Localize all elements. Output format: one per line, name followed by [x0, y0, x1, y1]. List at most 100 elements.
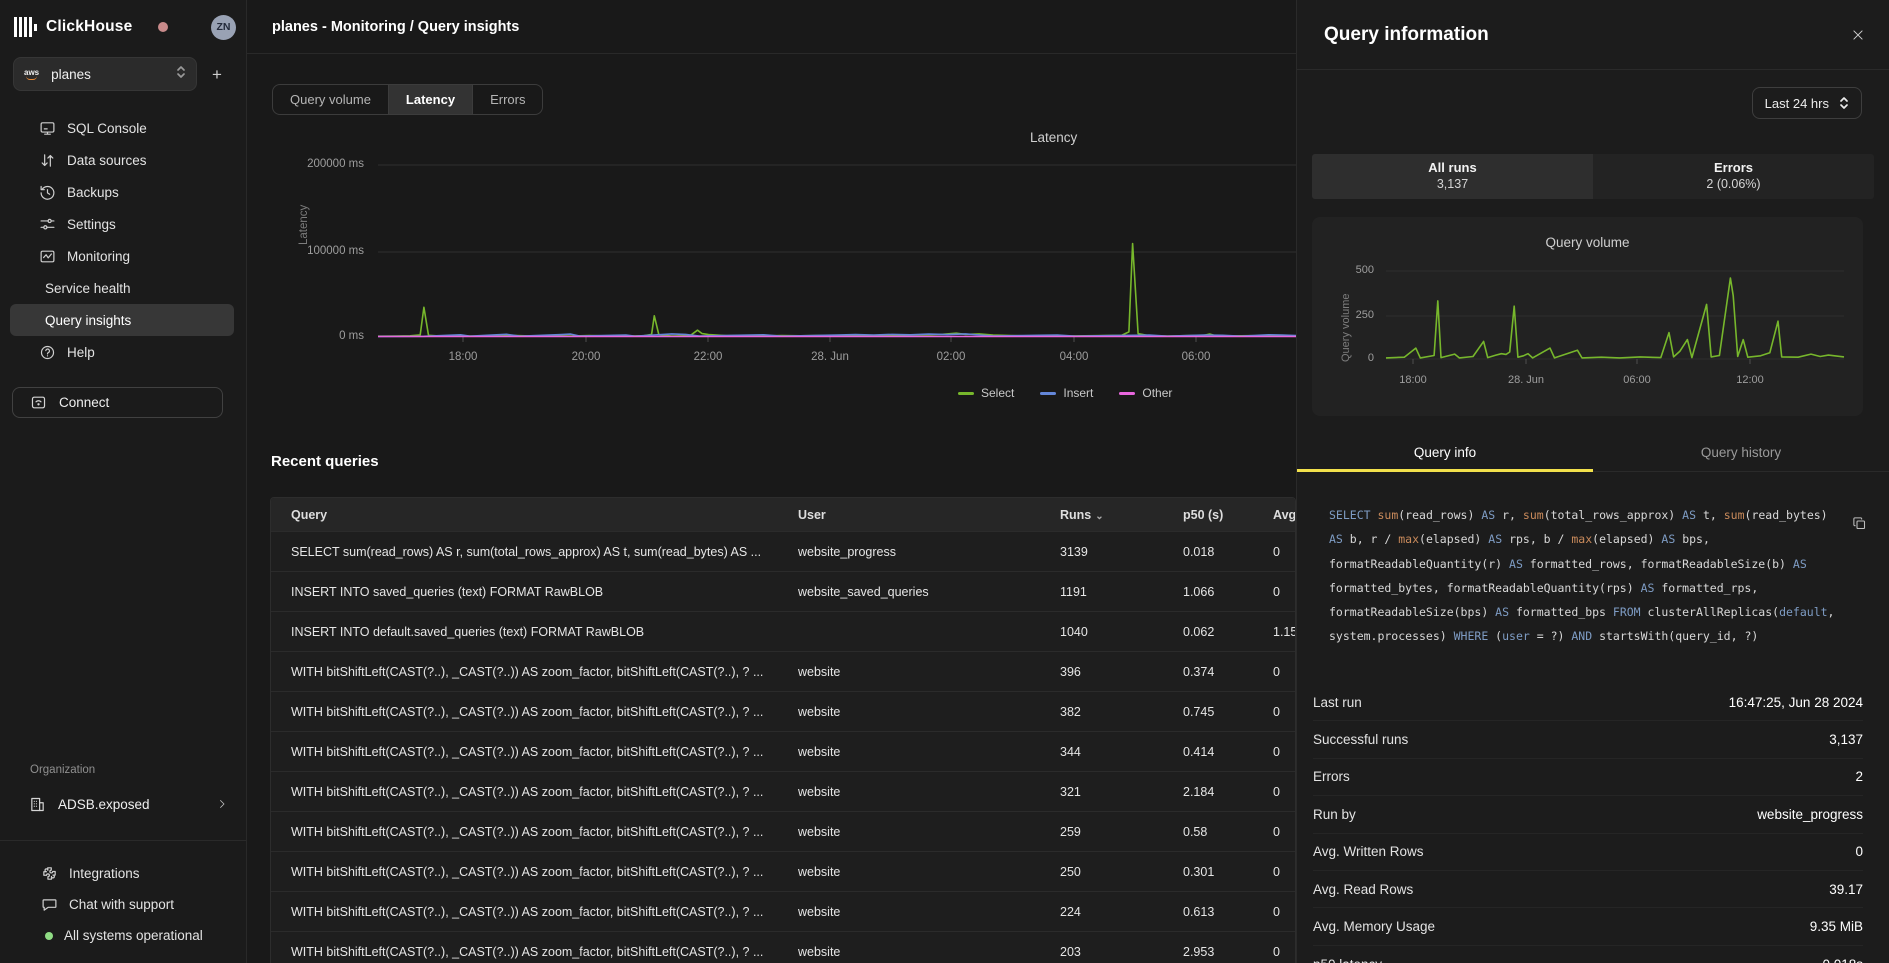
table-row[interactable]: INSERT INTO saved_queries (text) FORMAT …	[271, 571, 1295, 611]
settings-icon	[39, 216, 56, 233]
panel-header: Query information	[1297, 0, 1889, 70]
legend-item-insert[interactable]: Insert	[1040, 386, 1093, 400]
legend-swatch	[958, 392, 974, 395]
table-cell: website	[778, 745, 1040, 759]
sidebar-item-query-insights[interactable]: Query insights	[10, 304, 234, 336]
organization-icon	[29, 796, 46, 813]
table-row[interactable]: WITH bitShiftLeft(CAST(?..), _CAST(?..))…	[271, 931, 1295, 963]
service-selector[interactable]: aws planes	[13, 57, 197, 91]
sql-query-text: SELECT sum(read_rows) AS r, sum(total_ro…	[1329, 503, 1849, 649]
table-row[interactable]: WITH bitShiftLeft(CAST(?..), _CAST(?..))…	[271, 651, 1295, 691]
close-icon[interactable]	[1851, 28, 1865, 42]
stat-row-avg-read-rows: Avg. Read Rows39.17	[1313, 871, 1863, 908]
sidebar-item-label: Chat with support	[69, 897, 174, 912]
stat-row-run-by: Run bywebsite_progress	[1313, 796, 1863, 833]
recent-queries-title: Recent queries	[271, 453, 379, 470]
table-cell: INSERT INTO default.saved_queries (text)…	[271, 625, 778, 639]
latency-x-tick: 06:00	[1166, 351, 1226, 363]
latency-plot[interactable]	[300, 105, 1296, 365]
sidebar-item-help[interactable]: Help	[10, 336, 234, 368]
table-cell: 0	[1253, 745, 1295, 759]
add-service-button[interactable]: +	[205, 63, 229, 87]
user-avatar[interactable]: ZN	[211, 15, 236, 40]
connect-button[interactable]: Connect	[12, 387, 223, 418]
latency-x-tick: 02:00	[921, 351, 981, 363]
table-cell: website_progress	[778, 545, 1040, 559]
query-volume-plot[interactable]	[1312, 217, 1863, 372]
latency-x-tick: 04:00	[1044, 351, 1104, 363]
table-row[interactable]: WITH bitShiftLeft(CAST(?..), _CAST(?..))…	[271, 771, 1295, 811]
column-header-query[interactable]: Query	[271, 508, 778, 522]
summary-tab-value: 3,137	[1312, 177, 1593, 191]
table-cell: 3139	[1040, 545, 1163, 559]
app-root: ClickHouse ZN aws planes + SQL Console Da…	[0, 0, 1889, 963]
stat-label: Errors	[1313, 769, 1350, 784]
connect-icon	[30, 394, 47, 411]
stat-label: Avg. Memory Usage	[1313, 919, 1435, 934]
tab-query-history[interactable]: Query history	[1593, 437, 1889, 471]
time-range-select[interactable]: Last 24 hrs	[1752, 87, 1862, 119]
organization-name: ADSB.exposed	[58, 797, 150, 812]
table-row[interactable]: WITH bitShiftLeft(CAST(?..), _CAST(?..))…	[271, 731, 1295, 771]
table-cell: WITH bitShiftLeft(CAST(?..), _CAST(?..))…	[271, 705, 778, 719]
sidebar-item-sql-console[interactable]: SQL Console	[10, 112, 234, 144]
brand-name: ClickHouse	[46, 18, 132, 36]
table-cell: 224	[1040, 905, 1163, 919]
sidebar-item-label: Backups	[67, 185, 119, 200]
table-cell: 1040	[1040, 625, 1163, 639]
sidebar-divider	[0, 840, 246, 841]
stat-value: 0	[1855, 844, 1863, 859]
sidebar-item-label: Integrations	[69, 866, 140, 881]
table-cell: website	[778, 825, 1040, 839]
table-cell: 1.066	[1163, 585, 1253, 599]
column-header-user[interactable]: User	[778, 508, 1040, 522]
legend-item-select[interactable]: Select	[958, 386, 1014, 400]
organization-switcher[interactable]: ADSB.exposed	[12, 787, 238, 821]
legend-item-other[interactable]: Other	[1119, 386, 1172, 400]
sidebar-item-data-sources[interactable]: Data sources	[10, 144, 234, 176]
table-cell: 0	[1253, 705, 1295, 719]
sidebar-item-backups[interactable]: Backups	[10, 176, 234, 208]
summary-tab-errors[interactable]: Errors2 (0.06%)	[1593, 154, 1874, 199]
sidebar-item-all-systems-operational[interactable]: All systems operational	[12, 920, 238, 951]
clickhouse-logo-icon	[14, 17, 37, 37]
stat-label: Successful runs	[1313, 732, 1408, 747]
stat-value: website_progress	[1757, 807, 1863, 822]
table-cell: 0.613	[1163, 905, 1253, 919]
column-header-p50-s-[interactable]: p50 (s)	[1163, 508, 1253, 522]
table-cell: 396	[1040, 665, 1163, 679]
table-row[interactable]: WITH bitShiftLeft(CAST(?..), _CAST(?..))…	[271, 691, 1295, 731]
table-cell: 321	[1040, 785, 1163, 799]
sidebar-item-chat-with-support[interactable]: Chat with support	[12, 889, 238, 920]
sidebar-item-label: Data sources	[67, 153, 147, 168]
table-cell: 0	[1253, 825, 1295, 839]
column-header-runs[interactable]: Runs⌄	[1040, 508, 1163, 522]
summary-tab-all-runs[interactable]: All runs3,137	[1312, 154, 1593, 199]
table-row[interactable]: INSERT INTO default.saved_queries (text)…	[271, 611, 1295, 651]
column-header-avg-[interactable]: Avg.	[1253, 508, 1295, 522]
query-volume-card: Query volume Query volume 0250500 18:002…	[1312, 217, 1863, 416]
table-row[interactable]: WITH bitShiftLeft(CAST(?..), _CAST(?..))…	[271, 811, 1295, 851]
organization-label: Organization	[30, 764, 95, 776]
tab-query-info[interactable]: Query info	[1297, 437, 1593, 471]
table-row[interactable]: WITH bitShiftLeft(CAST(?..), _CAST(?..))…	[271, 891, 1295, 931]
sidebar-item-integrations[interactable]: Integrations	[12, 858, 238, 889]
legend-label: Select	[981, 386, 1014, 400]
sidebar-item-service-health[interactable]: Service health	[10, 272, 234, 304]
table-cell: WITH bitShiftLeft(CAST(?..), _CAST(?..))…	[271, 745, 778, 759]
query-stats: Last run16:47:25, Jun 28 2024Successful …	[1313, 684, 1863, 963]
sidebar-item-settings[interactable]: Settings	[10, 208, 234, 240]
volume-x-tick: 28. Jun	[1491, 374, 1561, 386]
sidebar-item-monitoring[interactable]: Monitoring	[10, 240, 234, 272]
sidebar-item-label: All systems operational	[64, 928, 203, 943]
table-cell: 2.184	[1163, 785, 1253, 799]
table-row[interactable]: SELECT sum(read_rows) AS r, sum(total_ro…	[271, 531, 1295, 571]
table-row[interactable]: WITH bitShiftLeft(CAST(?..), _CAST(?..))…	[271, 851, 1295, 891]
data-sources-icon	[39, 152, 56, 169]
notification-dot[interactable]	[158, 22, 168, 32]
chat-icon	[41, 896, 58, 913]
table-cell: 0	[1253, 865, 1295, 879]
latency-y-tick: 200000 ms	[300, 158, 364, 170]
copy-icon[interactable]	[1852, 516, 1867, 531]
puzzle-icon	[41, 865, 58, 882]
